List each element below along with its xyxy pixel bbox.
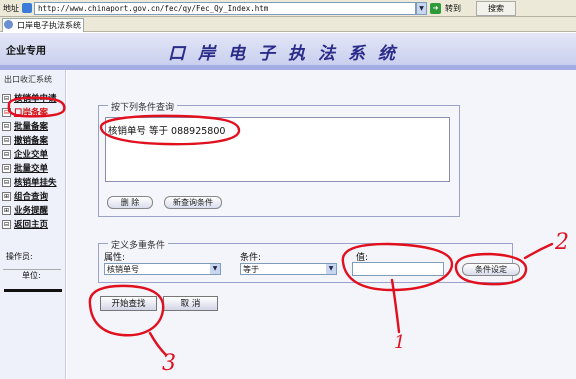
collapse-icon[interactable]: ⊟ bbox=[2, 164, 11, 173]
cancel-button[interactable]: 取 消 bbox=[163, 296, 218, 311]
sidebar-item-verification-apply[interactable]: ⊟ 核销单申请 bbox=[2, 92, 65, 104]
address-label: 地址 bbox=[3, 4, 19, 13]
value-input[interactable] bbox=[352, 262, 444, 276]
go-button[interactable]: 转到 bbox=[445, 3, 461, 14]
unit-label: 单位: bbox=[22, 271, 41, 280]
collapse-icon[interactable]: ⊟ bbox=[2, 220, 11, 229]
collapse-icon[interactable]: ⊟ bbox=[2, 94, 11, 103]
unit-value-bar bbox=[4, 289, 62, 292]
tab-bar bbox=[0, 17, 576, 32]
sidebar-item-return-home[interactable]: ⊟ 返回主页 bbox=[2, 218, 65, 230]
set-condition-button[interactable]: 条件设定 bbox=[462, 263, 520, 276]
tab-icon bbox=[4, 20, 13, 29]
attribute-label: 属性: bbox=[104, 253, 126, 263]
search-button[interactable]: 搜索 bbox=[476, 1, 516, 16]
chevron-down-icon[interactable]: ▼ bbox=[210, 264, 220, 274]
collapse-icon[interactable]: ⊟ bbox=[2, 136, 11, 145]
browser-tab[interactable]: 口岸电子执法系统 bbox=[2, 18, 84, 32]
attribute-select[interactable]: 核销单号 ▼ bbox=[104, 263, 221, 275]
sidebar-item-port-filing[interactable]: ⊟ 口岸备案 bbox=[2, 106, 65, 118]
sidebar-item-revoke-filing[interactable]: ⊟ 撤销备案 bbox=[2, 134, 65, 146]
chevron-down-icon[interactable]: ▼ bbox=[326, 264, 336, 274]
go-arrow-icon[interactable]: ➜ bbox=[430, 3, 441, 14]
operator-label: 操作员: bbox=[6, 252, 33, 261]
collapse-icon[interactable]: ⊟ bbox=[2, 178, 11, 187]
sidebar-item-batch-filing[interactable]: ⊟ 批量备案 bbox=[2, 120, 65, 132]
sidebar-item-combined-query[interactable]: ⊞ 组合查询 bbox=[2, 190, 65, 202]
query-conditions-legend: 按下列条件查询 bbox=[108, 100, 178, 113]
chevron-down-icon[interactable]: ▼ bbox=[416, 2, 427, 15]
delete-button[interactable]: 删 除 bbox=[107, 196, 153, 209]
sidebar-title: 出口收汇系统 bbox=[4, 75, 52, 84]
sidebar-item-batch-submit[interactable]: ⊟ 批量交单 bbox=[2, 162, 65, 174]
sidebar-item-business-reminder[interactable]: ⊞ 业务提醒 bbox=[2, 204, 65, 216]
condition-select[interactable]: 等于 ▼ bbox=[240, 263, 337, 275]
collapse-icon[interactable]: ⊟ bbox=[2, 108, 11, 117]
start-search-button[interactable]: 开始查找 bbox=[100, 296, 157, 311]
new-query-button[interactable]: 新查询条件 bbox=[164, 196, 222, 209]
condition-label: 条件: bbox=[240, 253, 262, 263]
expand-icon[interactable]: ⊞ bbox=[2, 206, 11, 215]
page-icon bbox=[22, 3, 32, 13]
collapse-icon[interactable]: ⊟ bbox=[2, 122, 11, 131]
app-title: 口岸电子执法系统 bbox=[168, 44, 408, 64]
condition-item[interactable]: 核销单号 等于 088925800 bbox=[108, 123, 225, 137]
collapse-icon[interactable]: ⊟ bbox=[2, 150, 11, 159]
expand-icon[interactable]: ⊞ bbox=[2, 192, 11, 201]
sidebar-item-report-loss[interactable]: ⊟ 核销单挂失 bbox=[2, 176, 65, 188]
url-field[interactable]: http://www.chinaport.gov.cn/fec/qy/Fec_Q… bbox=[34, 2, 416, 15]
portal-label: 企业专用 bbox=[6, 46, 46, 57]
operator-value bbox=[3, 262, 61, 270]
sidebar-item-company-submit[interactable]: ⊟ 企业交单 bbox=[2, 148, 65, 160]
tab-title: 口岸电子执法系统 bbox=[17, 21, 81, 30]
